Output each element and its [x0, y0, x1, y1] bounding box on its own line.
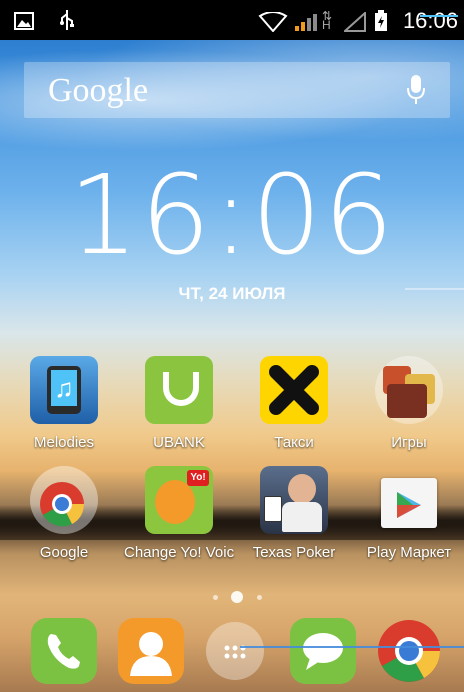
messaging-icon[interactable]	[290, 618, 356, 684]
page-dot-current[interactable]	[231, 591, 243, 603]
status-bar: ⇅ H 16:06	[0, 0, 464, 40]
google-search-bar[interactable]: Google	[24, 62, 450, 118]
google-logo: Google	[48, 72, 149, 109]
texas-poker-icon	[260, 466, 328, 534]
microphone-icon[interactable]	[406, 74, 426, 106]
app-play-market[interactable]: Play Маркет	[354, 466, 464, 561]
home-screen: ⇅ H 16:06 Google 16:06 ЧТ, 24 ИЮЛЯ ♫ Melo…	[0, 0, 464, 692]
app-label: Change Yo! Voic	[124, 544, 235, 561]
network-h-icon: ⇅ H	[322, 9, 333, 32]
usb-icon	[60, 10, 74, 30]
page-dot[interactable]	[257, 595, 262, 600]
app-label: Игры	[391, 434, 427, 451]
signal-empty-icon	[344, 12, 366, 32]
app-label: Play Маркет	[366, 544, 452, 561]
app-ubank[interactable]: UBANK	[124, 356, 234, 451]
page-dot[interactable]	[213, 595, 218, 600]
wifi-icon	[258, 12, 288, 32]
battery-icon	[375, 10, 387, 31]
melodies-icon: ♫	[30, 356, 98, 424]
google-folder-icon	[30, 466, 98, 534]
app-folder-games[interactable]: Игры	[354, 356, 464, 451]
status-bar-time: 16:06	[402, 8, 458, 33]
ubank-icon	[145, 356, 213, 424]
phone-icon[interactable]	[31, 618, 97, 684]
network-type-label: H	[322, 18, 331, 32]
clock-widget-date: ЧТ, 24 ИЮЛЯ	[178, 284, 286, 303]
contacts-icon[interactable]	[118, 618, 184, 684]
overlay-line	[240, 646, 464, 648]
taxi-icon	[260, 356, 328, 424]
games-folder-icon	[375, 356, 443, 424]
play-market-icon	[375, 466, 443, 534]
app-label: Такси	[274, 434, 314, 451]
chrome-icon[interactable]	[376, 618, 442, 684]
app-label: Google	[39, 544, 89, 561]
divider-line	[405, 288, 464, 290]
app-change-yo-voice[interactable]: Yo! Change Yo! Voic	[124, 466, 234, 561]
app-label: UBANK	[153, 434, 205, 451]
app-drawer-icon[interactable]	[206, 622, 264, 680]
app-label: Melodies	[33, 434, 95, 451]
clock-widget-time[interactable]: 16:06	[0, 160, 464, 270]
app-taxi[interactable]: Такси	[239, 356, 349, 451]
app-label: Texas Poker	[252, 544, 336, 561]
app-melodies[interactable]: ♫ Melodies	[9, 356, 119, 451]
signal-icon	[295, 14, 317, 31]
page-indicator	[0, 586, 464, 606]
change-yo-voice-icon: Yo!	[145, 466, 213, 534]
app-folder-google[interactable]: Google	[9, 466, 119, 561]
app-texas-poker[interactable]: Texas Poker	[239, 466, 349, 561]
picture-icon	[14, 12, 34, 30]
